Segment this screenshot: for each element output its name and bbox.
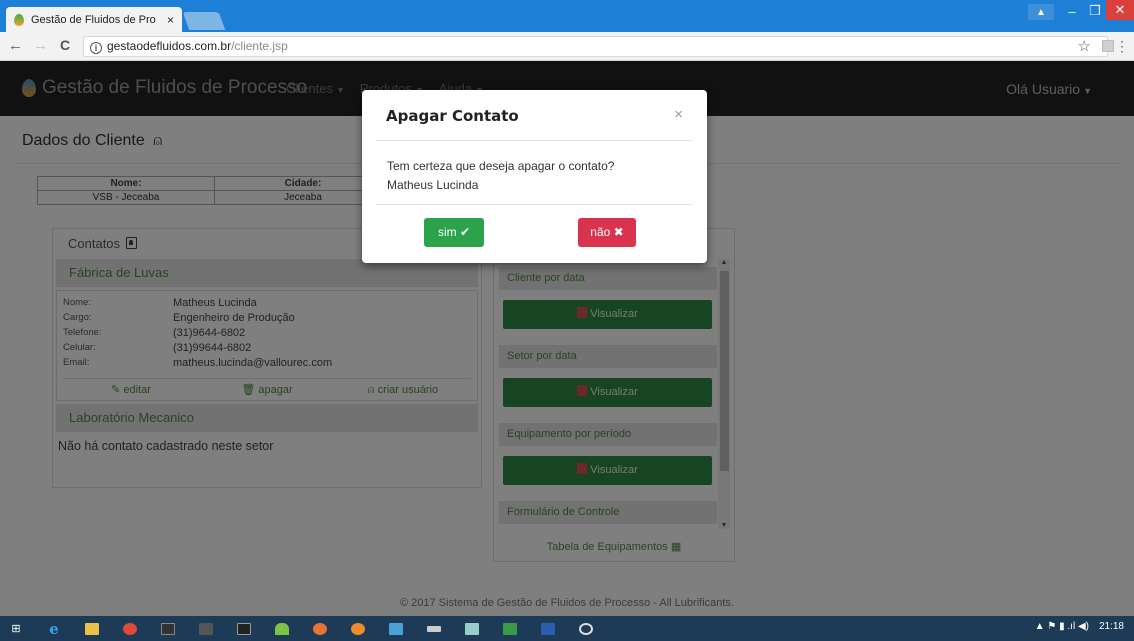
firefox-icon[interactable] bbox=[346, 620, 370, 638]
cmd-icon[interactable] bbox=[232, 620, 256, 638]
modal-title: Apagar Contato bbox=[386, 107, 519, 125]
profile-icon[interactable]: ▲ bbox=[1028, 4, 1054, 20]
image-icon[interactable] bbox=[460, 620, 484, 638]
tray-icons[interactable]: ▲ ⚑ ▮ .ıl ◀) bbox=[1035, 621, 1089, 632]
confirm-no-button[interactable]: não ✖ bbox=[578, 218, 636, 247]
browser-titlebar: Gestão de Fluidos de Pro × ▲ – ❐ ✕ bbox=[0, 0, 1134, 32]
minimize-button[interactable]: – bbox=[1060, 0, 1084, 22]
app-orange-icon[interactable] bbox=[308, 620, 332, 638]
app-gray-icon[interactable] bbox=[422, 620, 446, 638]
browser-tab[interactable]: Gestão de Fluidos de Pro × bbox=[6, 7, 182, 32]
address-bar: ← → C i gestaodefluidos.com.br/cliente.js… bbox=[0, 32, 1134, 61]
tab-close-icon[interactable]: × bbox=[167, 13, 174, 27]
bookmark-star-icon[interactable]: ☆ bbox=[1078, 37, 1091, 55]
modal-message: Tem certeza que deseja apagar o contato? bbox=[387, 159, 615, 173]
vs-icon[interactable] bbox=[384, 620, 408, 638]
app-icon[interactable] bbox=[194, 620, 218, 638]
back-icon[interactable]: ← bbox=[8, 37, 23, 54]
info-icon[interactable]: i bbox=[90, 42, 102, 54]
url-input[interactable]: i gestaodefluidos.com.br/cliente.jsp bbox=[83, 36, 1108, 57]
browser-menu-icon[interactable]: ⋮ bbox=[1115, 38, 1129, 55]
modal-close-icon[interactable]: × bbox=[674, 106, 683, 123]
taskbar: ⊞ e ▲ ⚑ ▮ .ıl ◀) 21:18 bbox=[0, 616, 1134, 641]
project-icon[interactable] bbox=[498, 620, 522, 638]
modal-body: Tem certeza que deseja apagar o contato?… bbox=[376, 141, 693, 205]
forward-icon[interactable]: → bbox=[33, 37, 48, 54]
url-host: gestaodefluidos.com.br bbox=[107, 39, 232, 53]
maximize-button[interactable]: ❐ bbox=[1084, 0, 1106, 22]
chrome-icon[interactable] bbox=[118, 620, 142, 638]
confirm-yes-button[interactable]: sim ✔ bbox=[424, 218, 484, 247]
android-icon[interactable] bbox=[270, 620, 294, 638]
modal-header: Apagar Contato × bbox=[376, 90, 693, 141]
reload-icon[interactable]: C bbox=[60, 37, 70, 53]
explorer-icon[interactable] bbox=[80, 620, 104, 638]
ie-icon[interactable]: e bbox=[42, 620, 66, 638]
word-icon[interactable] bbox=[536, 620, 560, 638]
modal-contact-name: Matheus Lucinda bbox=[387, 178, 479, 192]
system-tray: ▲ ⚑ ▮ .ıl ◀) 21:18 bbox=[1035, 621, 1124, 632]
extension-icon[interactable] bbox=[1102, 40, 1114, 52]
new-tab-button[interactable] bbox=[182, 12, 226, 30]
url-path: /cliente.jsp bbox=[231, 39, 288, 53]
window-close-button[interactable]: ✕ bbox=[1106, 0, 1134, 20]
terminal-icon[interactable] bbox=[156, 620, 180, 638]
favicon-icon bbox=[14, 13, 24, 26]
delete-contact-modal: Apagar Contato × Tem certeza que deseja … bbox=[362, 90, 707, 263]
tab-title: Gestão de Fluidos de Pro bbox=[31, 13, 156, 26]
clock[interactable]: 21:18 bbox=[1099, 621, 1124, 632]
settings-icon[interactable] bbox=[574, 620, 598, 638]
windows-start-icon[interactable]: ⊞ bbox=[4, 620, 28, 638]
